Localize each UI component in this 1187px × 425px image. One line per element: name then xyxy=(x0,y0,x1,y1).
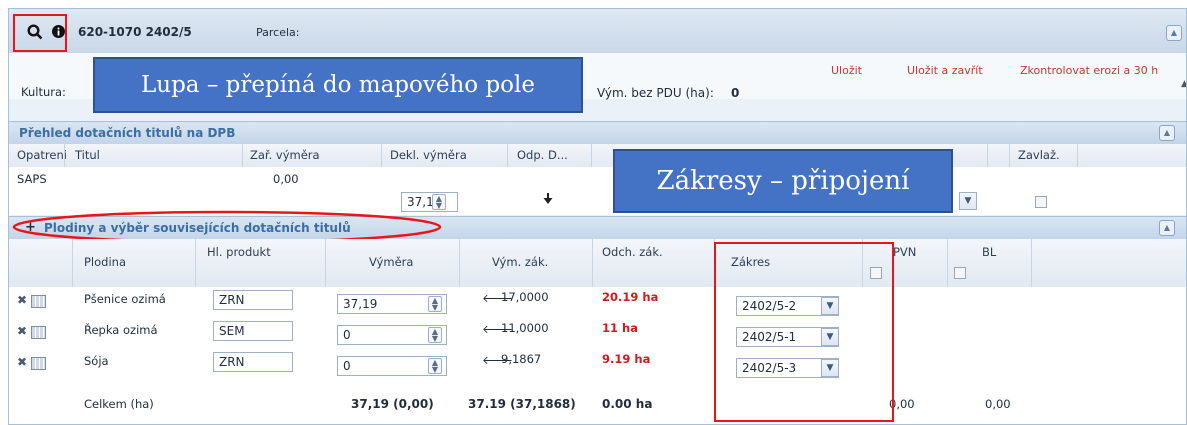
vym-label: Vým. bez PDU (ha): xyxy=(597,86,714,100)
vymera-stepper[interactable]: ▲ ▼ xyxy=(428,327,442,343)
dpb-section-title: Přehled dotačních titulů na DPB xyxy=(19,126,236,140)
parcel-code: 620-1070 2402/5 xyxy=(78,25,192,39)
zakres-highlight-box xyxy=(714,242,894,422)
save-button[interactable]: Uložit xyxy=(831,64,862,77)
total-label: Celkem (ha) xyxy=(84,397,154,411)
dpb-table-header: Opatreni Titul Zař. výměra Dekl. výměra … xyxy=(9,144,1186,168)
table-row: ✖ Pšenice ozimá ZRN 37,19 ▲ ▼ 🡐 17,0000 2… xyxy=(9,287,1186,317)
remove-icon[interactable]: ✖ xyxy=(17,355,27,369)
collapse-icon[interactable]: ▲ xyxy=(1159,220,1175,236)
hl-produkt-input[interactable]: SEM xyxy=(213,321,293,341)
zakresy-callout: Zákresy – připojení xyxy=(613,149,953,213)
col-zar-vymera: Zař. výměra xyxy=(250,148,320,162)
grid-icon[interactable] xyxy=(31,295,46,308)
vymera-stepper[interactable]: ▲ ▼ xyxy=(428,296,442,312)
table-row: ✖ Řepka ozimá SEM 0 ▲ ▼ 🡐 11,0000 11 ha 2… xyxy=(9,318,1186,348)
totals-row: Celkem (ha) 37,19 (0,00) 37.19 (37,1868)… xyxy=(9,383,1186,413)
crops-table-body: ✖ Pšenice ozimá ZRN 37,19 ▲ ▼ 🡐 17,0000 2… xyxy=(9,287,1186,424)
collapse-icon[interactable]: ▲ xyxy=(1159,125,1175,141)
bl-header-checkbox[interactable] xyxy=(954,267,966,279)
crop-name: Sója xyxy=(84,354,109,368)
parcela-label: Parcela: xyxy=(256,26,300,39)
kultura-label: Kultura: xyxy=(21,85,66,99)
col-odch-zak: Odch. zák. xyxy=(602,245,663,259)
col-odp-d: Odp. D... xyxy=(517,148,568,162)
header-bar: 620-1070 2402/5 Parcela: ▲ xyxy=(9,9,1186,54)
vym-value: 0 xyxy=(731,86,740,100)
crop-name: Pšenice ozimá xyxy=(84,292,166,306)
vym-zak-value: 9,1867 xyxy=(501,352,542,366)
total-odch-zak: 0.00 ha xyxy=(602,397,653,411)
col-zavlaz: Zavlaž. xyxy=(1018,148,1060,162)
total-bl: 0,00 xyxy=(985,397,1011,411)
total-vym-zak: 37.19 (37,1868) xyxy=(468,397,576,411)
col-dekl-vymera: Dekl. výměra xyxy=(390,148,467,162)
dpb-opatreni: SAPS xyxy=(17,172,47,186)
collapse-icon[interactable]: ▲ xyxy=(1166,25,1182,41)
col-hl-produkt: Hl. produkt xyxy=(207,245,271,259)
remove-icon[interactable]: ✖ xyxy=(17,324,27,338)
dpb-section-header: Přehled dotačních titulů na DPB ▲ xyxy=(9,121,1186,145)
vymera-stepper[interactable]: ▲ ▼ xyxy=(428,358,442,374)
scroll-up-icon[interactable]: ▲ xyxy=(1181,79,1186,89)
col-titul: Titul xyxy=(75,148,100,162)
vym-zak-value: 17,0000 xyxy=(501,290,549,304)
col-vym-zak: Vým. zák. xyxy=(492,255,549,269)
hl-produkt-input[interactable]: ZRN xyxy=(213,352,293,372)
total-vymera: 37,19 (0,00) xyxy=(351,397,434,411)
vym-zak-value: 11,0000 xyxy=(501,321,549,335)
table-row: ✖ Sója ZRN 0 ▲ ▼ 🡐 9,1867 9.19 ha 2402/5-… xyxy=(9,349,1186,379)
parcel-detail-panel: 620-1070 2402/5 Parcela: ▲ Kultura: Vým.… xyxy=(8,8,1187,425)
odch-zak-value: 11 ha xyxy=(602,321,638,335)
zavlaz-checkbox[interactable] xyxy=(1035,196,1047,208)
chevron-down-icon[interactable]: ▼ xyxy=(959,192,977,210)
grid-icon[interactable] xyxy=(31,326,46,339)
check-erosion-button[interactable]: Zkontrolovat erozi a 30 h xyxy=(1020,64,1158,77)
arrow-down-icon[interactable] xyxy=(543,193,553,205)
remove-icon[interactable]: ✖ xyxy=(17,293,27,307)
odch-zak-value: 20.19 ha xyxy=(602,290,659,304)
crops-table-header: Plodina Hl. produkt Výměra Vým. zák. Odc… xyxy=(9,239,1186,288)
col-plodina: Plodina xyxy=(84,255,126,269)
save-and-close-button[interactable]: Uložit a zavřít xyxy=(907,64,983,77)
col-vymera: Výměra xyxy=(369,255,414,269)
dpb-zar-vymera: 0,00 xyxy=(273,172,299,186)
col-bl: BL xyxy=(982,245,997,259)
col-opatreni: Opatreni xyxy=(17,148,67,162)
lupa-callout: Lupa – přepíná do mapového pole xyxy=(93,57,583,113)
grid-icon[interactable] xyxy=(31,357,46,370)
col-pvn: PVN xyxy=(893,245,917,259)
odch-zak-value: 9.19 ha xyxy=(602,352,651,366)
hl-produkt-input[interactable]: ZRN xyxy=(213,290,293,310)
search-highlight-box xyxy=(13,14,67,52)
crop-name: Řepka ozimá xyxy=(84,323,158,337)
